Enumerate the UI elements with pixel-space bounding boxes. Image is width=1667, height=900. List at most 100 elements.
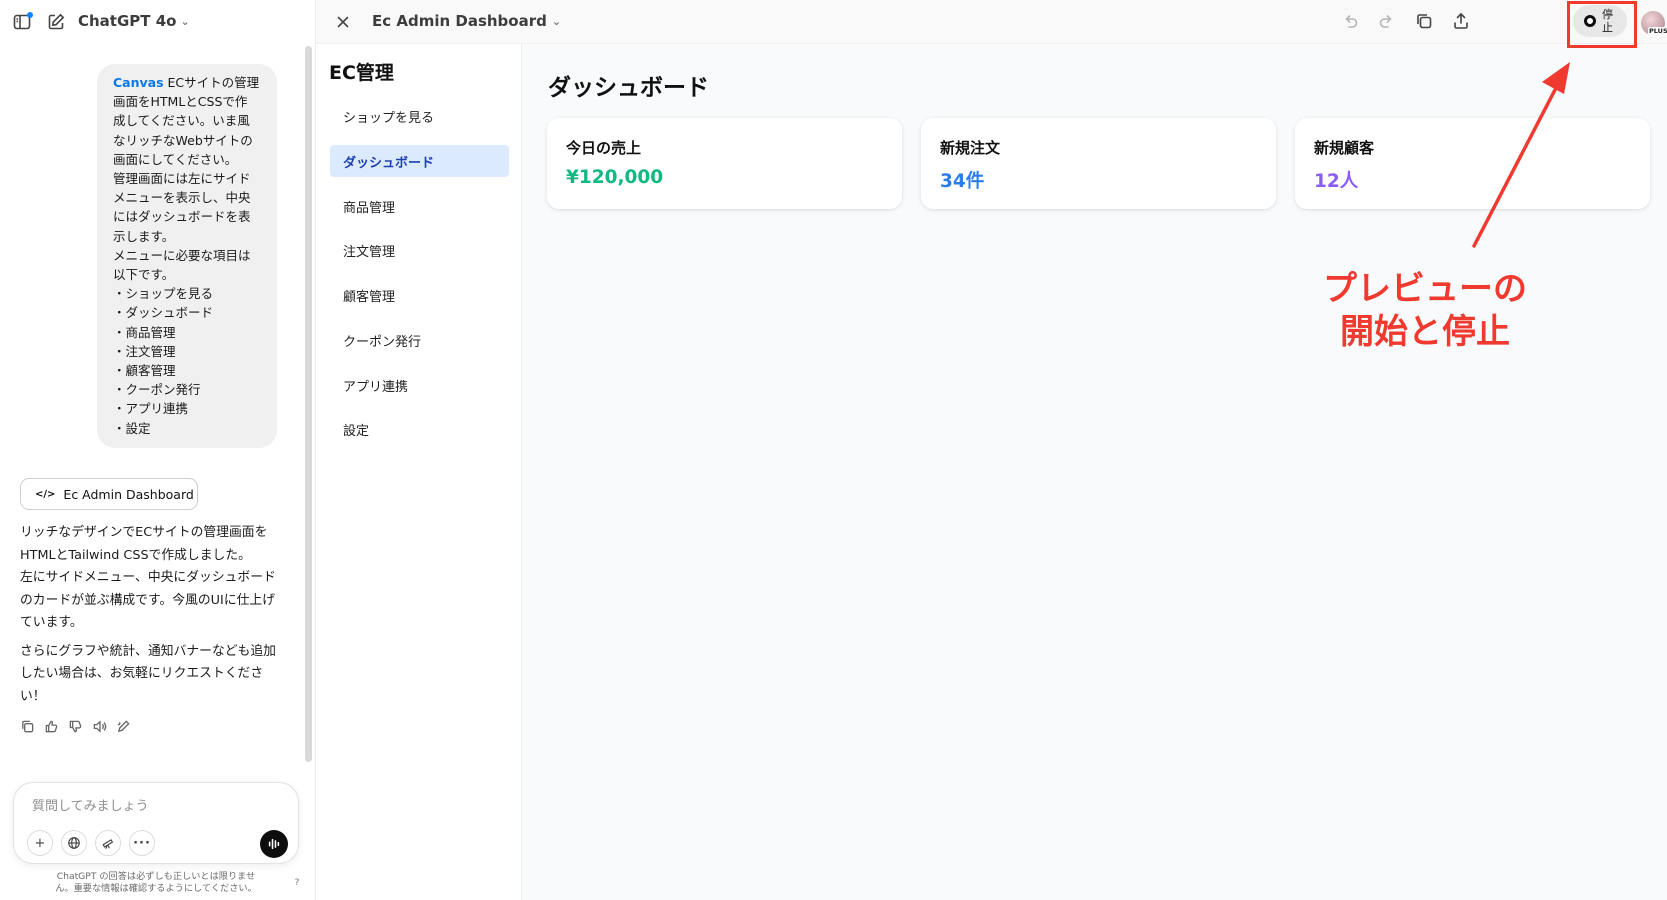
canvas-toolbar: Ec Admin Dashboard ⌄ 停止 PLUS — [316, 0, 1667, 48]
stat-card-customers: 新規顧客 12人 — [1295, 118, 1650, 209]
user-message-first-line: Canvas ECサイトの管理 — [113, 73, 263, 92]
copy-icon[interactable] — [20, 719, 35, 734]
user-message-line: メニューを表示し、中央 — [113, 190, 251, 206]
globe-icon — [68, 837, 80, 849]
undo-icon[interactable] — [1340, 11, 1362, 33]
assistant-line: い！ — [20, 688, 46, 704]
user-message-line: ・設定 — [113, 420, 151, 436]
user-message-line: ・ダッシュボード — [113, 305, 214, 321]
user-message-line: ・注文管理 — [113, 343, 176, 359]
canvas-tag: Canvas — [113, 75, 164, 90]
menu-item-dashboard[interactable]: ダッシュボード — [330, 145, 509, 177]
user-message-line: 成してください。いま風 — [113, 113, 250, 129]
user-message-line: 以下です。 — [113, 267, 175, 283]
user-message-bubble: Canvas ECサイトの管理 画面をHTMLとCSSで作 成してください。いま… — [97, 64, 277, 448]
ellipsis-icon: ··· — [133, 835, 151, 851]
user-message-line: ・顧客管理 — [113, 363, 176, 379]
plus-icon: + — [34, 835, 46, 851]
chevron-down-icon: ⌄ — [551, 14, 562, 28]
stat-card-sales: 今日の売上 ¥120,000 — [547, 118, 902, 209]
chevron-down-icon: ⌄ — [180, 14, 190, 28]
user-message-first-line-text: ECサイトの管理 — [163, 75, 260, 90]
message-input[interactable] — [32, 795, 272, 817]
message-composer: + ··· — [13, 782, 299, 864]
menu-item-customers[interactable]: 顧客管理 — [330, 279, 509, 311]
menu-item-orders[interactable]: 注文管理 — [330, 234, 509, 266]
assistant-paragraph: リッチなデザインでECサイトの管理画面を HTMLとTailwind CSSで作… — [20, 522, 290, 635]
disclaimer-line: ん。重要な情報は確認するようにしてください。 — [55, 883, 257, 894]
disclaimer: ChatGPT の回答は必ずしも正しいとは限りませ ん。重要な情報は確認するよう… — [40, 871, 272, 895]
stat-card-value: 12人 — [1314, 171, 1359, 192]
user-message-line: にはダッシュボードを表 — [113, 209, 251, 225]
waveform-icon — [268, 838, 280, 850]
user-message-line: 示します。 — [113, 228, 175, 244]
assistant-message: リッチなデザインでECサイトの管理画面を HTMLとTailwind CSSで作… — [20, 522, 290, 714]
stat-card-label: 今日の売上 — [566, 139, 642, 157]
menu-item-coupons[interactable]: クーポン発行 — [330, 324, 509, 356]
canvas-title-selector[interactable]: Ec Admin Dashboard ⌄ — [372, 12, 561, 30]
stat-card-value: ¥120,000 — [566, 167, 664, 188]
voice-mode-button[interactable] — [260, 830, 288, 858]
add-attachment-button[interactable]: + — [27, 830, 53, 856]
menu-item-settings[interactable]: 設定 — [330, 413, 509, 445]
sidebar-toggle-icon[interactable] — [11, 11, 33, 33]
highlight-box — [1567, 1, 1637, 48]
redo-icon[interactable] — [1377, 11, 1399, 33]
annotation-line: 開始と停止 — [1340, 312, 1510, 352]
user-message-line: ・ショップを見る — [113, 286, 214, 302]
web-search-button[interactable] — [61, 830, 87, 856]
user-message-line: 画面にしてください。 — [113, 151, 238, 167]
code-icon: </> — [35, 488, 56, 500]
new-chat-icon[interactable] — [45, 11, 67, 33]
read-aloud-icon[interactable] — [92, 719, 107, 734]
telescope-icon — [102, 839, 114, 849]
annotation-label: プレビューの 開始と停止 — [1300, 268, 1550, 354]
assistant-line: HTMLとTailwind CSSで作成しました。 — [20, 547, 251, 563]
user-message-line: ・アプリ連携 — [113, 401, 189, 417]
chat-scrollbar[interactable] — [305, 46, 312, 762]
stat-card-label: 新規顧客 — [1314, 139, 1375, 157]
user-message-line: 管理画面には左にサイド — [113, 171, 251, 187]
close-canvas-icon[interactable] — [332, 11, 354, 33]
canvas-pane: Ec Admin Dashboard ⌄ 停止 PLUS EC管理 ショップを見… — [316, 0, 1667, 900]
stat-card-orders: 新規注文 34件 — [921, 118, 1276, 209]
admin-sidebar: EC管理 ショップを見る ダッシュボード 商品管理 注文管理 顧客管理 クーポン… — [316, 44, 522, 900]
user-message-line: 画面をHTMLとCSSで作 — [113, 94, 248, 110]
help-button[interactable]: ? — [290, 876, 304, 890]
chat-pane: ChatGPT 4o ⌄ Canvas ECサイトの管理 画面をHTMLとCSS… — [0, 0, 316, 900]
menu-item-apps[interactable]: アプリ連携 — [330, 369, 509, 401]
canvas-title: Ec Admin Dashboard — [372, 12, 547, 30]
admin-brand: EC管理 — [329, 62, 394, 84]
thumbs-up-icon[interactable] — [44, 719, 59, 734]
user-message-line: ・クーポン発行 — [113, 382, 201, 398]
artifact-label: Ec Admin Dashboard — [63, 486, 194, 502]
user-message-line: ・商品管理 — [113, 324, 176, 340]
menu-item-products[interactable]: 商品管理 — [330, 190, 509, 222]
more-options-button[interactable]: ··· — [129, 830, 155, 856]
share-icon[interactable] — [1451, 11, 1473, 33]
assistant-line: 左にサイドメニュー、中央にダッシュボード — [20, 570, 276, 585]
model-name: ChatGPT 4o — [78, 12, 177, 30]
tools-button[interactable] — [95, 830, 121, 856]
notification-dot — [27, 12, 33, 18]
annotation-line: プレビューの — [1323, 269, 1527, 309]
menu-item-shop[interactable]: ショップを見る — [330, 100, 509, 132]
open-canvas-button[interactable]: </> Ec Admin Dashboard — [20, 478, 198, 510]
assistant-line: のカードが並ぶ構成です。今風のUIに仕上げ — [20, 592, 276, 608]
stat-card-label: 新規注文 — [940, 139, 1001, 157]
user-message-line: メニューに必要な項目は — [113, 247, 251, 263]
edit-canvas-icon[interactable] — [116, 719, 131, 734]
app-window: ChatGPT 4o ⌄ Canvas ECサイトの管理 画面をHTMLとCSS… — [0, 0, 1667, 900]
stat-card-value: 34件 — [940, 171, 985, 192]
assistant-line: ています。 — [20, 615, 83, 630]
chat-header: ChatGPT 4o ⌄ — [0, 0, 316, 44]
assistant-line: さらにグラフや統計、通知バナーなども追加 — [20, 643, 276, 659]
copy-code-icon[interactable] — [1414, 11, 1436, 33]
message-actions — [20, 719, 131, 734]
page-title: ダッシュボード — [548, 75, 709, 101]
assistant-line: リッチなデザインでECサイトの管理画面を — [20, 525, 268, 540]
thumbs-down-icon[interactable] — [68, 719, 83, 734]
plan-badge: PLUS — [1648, 27, 1667, 35]
model-selector[interactable]: ChatGPT 4o ⌄ — [78, 12, 190, 30]
assistant-line: したい場合は、お気軽にリクエストくださ — [20, 666, 264, 681]
